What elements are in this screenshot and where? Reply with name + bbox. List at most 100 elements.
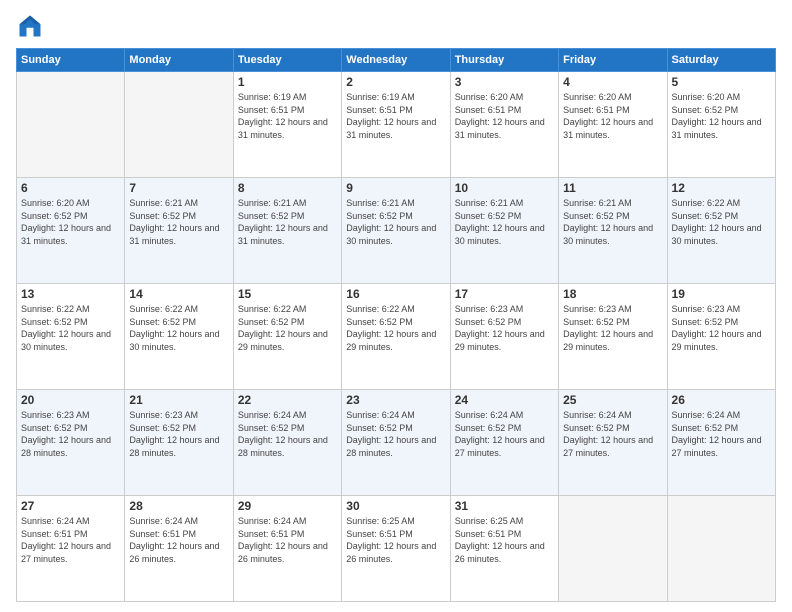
calendar-cell: 15 Sunrise: 6:22 AM Sunset: 6:52 PM Dayli… (233, 284, 341, 390)
day-number: 10 (455, 181, 554, 195)
page: SundayMondayTuesdayWednesdayThursdayFrid… (0, 0, 792, 612)
day-detail: Sunrise: 6:22 AM Sunset: 6:52 PM Dayligh… (346, 303, 445, 353)
day-detail: Sunrise: 6:21 AM Sunset: 6:52 PM Dayligh… (455, 197, 554, 247)
day-detail: Sunrise: 6:24 AM Sunset: 6:52 PM Dayligh… (672, 409, 771, 459)
day-number: 23 (346, 393, 445, 407)
calendar-cell: 12 Sunrise: 6:22 AM Sunset: 6:52 PM Dayli… (667, 178, 775, 284)
calendar-header-row: SundayMondayTuesdayWednesdayThursdayFrid… (17, 49, 776, 72)
day-number: 5 (672, 75, 771, 89)
calendar-cell: 9Sunrise: 6:21 AM Sunset: 6:52 PM Daylig… (342, 178, 450, 284)
calendar-cell: 4Sunrise: 6:20 AM Sunset: 6:51 PM Daylig… (559, 72, 667, 178)
day-detail: Sunrise: 6:24 AM Sunset: 6:52 PM Dayligh… (238, 409, 337, 459)
calendar-cell: 5 Sunrise: 6:20 AM Sunset: 6:52 PM Daylig… (667, 72, 775, 178)
calendar-header-monday: Monday (125, 49, 233, 72)
day-number: 28 (129, 499, 228, 513)
calendar-week-row: 20 Sunrise: 6:23 AM Sunset: 6:52 PM Dayli… (17, 390, 776, 496)
calendar-cell: 21 Sunrise: 6:23 AM Sunset: 6:52 PM Dayli… (125, 390, 233, 496)
calendar-cell: 16Sunrise: 6:22 AM Sunset: 6:52 PM Dayli… (342, 284, 450, 390)
day-detail: Sunrise: 6:24 AM Sunset: 6:52 PM Dayligh… (346, 409, 445, 459)
day-detail: Sunrise: 6:24 AM Sunset: 6:52 PM Dayligh… (563, 409, 662, 459)
day-number: 18 (563, 287, 662, 301)
calendar-cell: 6 Sunrise: 6:20 AM Sunset: 6:52 PM Daylig… (17, 178, 125, 284)
calendar-cell: 1Sunrise: 6:19 AM Sunset: 6:51 PM Daylig… (233, 72, 341, 178)
day-detail: Sunrise: 6:22 AM Sunset: 6:52 PM Dayligh… (129, 303, 228, 353)
calendar-week-row: 6 Sunrise: 6:20 AM Sunset: 6:52 PM Daylig… (17, 178, 776, 284)
calendar-cell (667, 496, 775, 602)
calendar-cell: 28 Sunrise: 6:24 AM Sunset: 6:51 PM Dayli… (125, 496, 233, 602)
day-number: 24 (455, 393, 554, 407)
calendar-cell: 31 Sunrise: 6:25 AM Sunset: 6:51 PM Dayli… (450, 496, 558, 602)
calendar-cell: 13 Sunrise: 6:22 AM Sunset: 6:52 PM Dayli… (17, 284, 125, 390)
day-detail: Sunrise: 6:23 AM Sunset: 6:52 PM Dayligh… (21, 409, 120, 459)
day-detail: Sunrise: 6:23 AM Sunset: 6:52 PM Dayligh… (563, 303, 662, 353)
calendar-cell: 19 Sunrise: 6:23 AM Sunset: 6:52 PM Dayli… (667, 284, 775, 390)
day-number: 15 (238, 287, 337, 301)
day-detail: Sunrise: 6:22 AM Sunset: 6:52 PM Dayligh… (672, 197, 771, 247)
calendar-cell (559, 496, 667, 602)
day-number: 31 (455, 499, 554, 513)
day-detail: Sunrise: 6:24 AM Sunset: 6:52 PM Dayligh… (455, 409, 554, 459)
day-number: 9 (346, 181, 445, 195)
calendar-cell (125, 72, 233, 178)
logo-icon (16, 12, 44, 40)
calendar-cell: 22 Sunrise: 6:24 AM Sunset: 6:52 PM Dayli… (233, 390, 341, 496)
day-number: 2 (346, 75, 445, 89)
calendar-cell: 17Sunrise: 6:23 AM Sunset: 6:52 PM Dayli… (450, 284, 558, 390)
calendar-cell: 26Sunrise: 6:24 AM Sunset: 6:52 PM Dayli… (667, 390, 775, 496)
calendar-cell: 29 Sunrise: 6:24 AM Sunset: 6:51 PM Dayli… (233, 496, 341, 602)
day-number: 21 (129, 393, 228, 407)
calendar-cell: 27 Sunrise: 6:24 AM Sunset: 6:51 PM Dayli… (17, 496, 125, 602)
day-detail: Sunrise: 6:25 AM Sunset: 6:51 PM Dayligh… (346, 515, 445, 565)
calendar-header-wednesday: Wednesday (342, 49, 450, 72)
day-detail: Sunrise: 6:21 AM Sunset: 6:52 PM Dayligh… (563, 197, 662, 247)
calendar-header-friday: Friday (559, 49, 667, 72)
calendar-cell: 2 Sunrise: 6:19 AM Sunset: 6:51 PM Daylig… (342, 72, 450, 178)
calendar-header-sunday: Sunday (17, 49, 125, 72)
calendar-cell: 14Sunrise: 6:22 AM Sunset: 6:52 PM Dayli… (125, 284, 233, 390)
day-number: 12 (672, 181, 771, 195)
calendar-cell: 3 Sunrise: 6:20 AM Sunset: 6:51 PM Daylig… (450, 72, 558, 178)
calendar-header-tuesday: Tuesday (233, 49, 341, 72)
day-detail: Sunrise: 6:19 AM Sunset: 6:51 PM Dayligh… (238, 91, 337, 141)
day-detail: Sunrise: 6:23 AM Sunset: 6:52 PM Dayligh… (455, 303, 554, 353)
day-detail: Sunrise: 6:23 AM Sunset: 6:52 PM Dayligh… (129, 409, 228, 459)
calendar-week-row: 27 Sunrise: 6:24 AM Sunset: 6:51 PM Dayli… (17, 496, 776, 602)
day-detail: Sunrise: 6:20 AM Sunset: 6:52 PM Dayligh… (21, 197, 120, 247)
day-number: 27 (21, 499, 120, 513)
calendar-cell: 24 Sunrise: 6:24 AM Sunset: 6:52 PM Dayli… (450, 390, 558, 496)
header (16, 12, 776, 40)
calendar-cell: 18 Sunrise: 6:23 AM Sunset: 6:52 PM Dayli… (559, 284, 667, 390)
day-detail: Sunrise: 6:22 AM Sunset: 6:52 PM Dayligh… (238, 303, 337, 353)
day-number: 20 (21, 393, 120, 407)
calendar-cell: 30 Sunrise: 6:25 AM Sunset: 6:51 PM Dayli… (342, 496, 450, 602)
day-detail: Sunrise: 6:24 AM Sunset: 6:51 PM Dayligh… (129, 515, 228, 565)
calendar-cell: 25 Sunrise: 6:24 AM Sunset: 6:52 PM Dayli… (559, 390, 667, 496)
calendar-cell (17, 72, 125, 178)
day-detail: Sunrise: 6:20 AM Sunset: 6:51 PM Dayligh… (455, 91, 554, 141)
calendar-cell: 10 Sunrise: 6:21 AM Sunset: 6:52 PM Dayli… (450, 178, 558, 284)
calendar-table: SundayMondayTuesdayWednesdayThursdayFrid… (16, 48, 776, 602)
day-detail: Sunrise: 6:23 AM Sunset: 6:52 PM Dayligh… (672, 303, 771, 353)
calendar-cell: 11Sunrise: 6:21 AM Sunset: 6:52 PM Dayli… (559, 178, 667, 284)
day-detail: Sunrise: 6:24 AM Sunset: 6:51 PM Dayligh… (238, 515, 337, 565)
day-number: 25 (563, 393, 662, 407)
day-detail: Sunrise: 6:20 AM Sunset: 6:52 PM Dayligh… (672, 91, 771, 141)
day-number: 6 (21, 181, 120, 195)
day-number: 19 (672, 287, 771, 301)
day-detail: Sunrise: 6:20 AM Sunset: 6:51 PM Dayligh… (563, 91, 662, 141)
calendar-week-row: 1Sunrise: 6:19 AM Sunset: 6:51 PM Daylig… (17, 72, 776, 178)
day-detail: Sunrise: 6:19 AM Sunset: 6:51 PM Dayligh… (346, 91, 445, 141)
day-detail: Sunrise: 6:25 AM Sunset: 6:51 PM Dayligh… (455, 515, 554, 565)
day-number: 3 (455, 75, 554, 89)
day-number: 13 (21, 287, 120, 301)
day-detail: Sunrise: 6:22 AM Sunset: 6:52 PM Dayligh… (21, 303, 120, 353)
calendar-header-saturday: Saturday (667, 49, 775, 72)
day-number: 7 (129, 181, 228, 195)
day-number: 30 (346, 499, 445, 513)
calendar-cell: 20 Sunrise: 6:23 AM Sunset: 6:52 PM Dayli… (17, 390, 125, 496)
day-number: 22 (238, 393, 337, 407)
day-detail: Sunrise: 6:24 AM Sunset: 6:51 PM Dayligh… (21, 515, 120, 565)
day-number: 29 (238, 499, 337, 513)
calendar-week-row: 13 Sunrise: 6:22 AM Sunset: 6:52 PM Dayli… (17, 284, 776, 390)
day-number: 8 (238, 181, 337, 195)
